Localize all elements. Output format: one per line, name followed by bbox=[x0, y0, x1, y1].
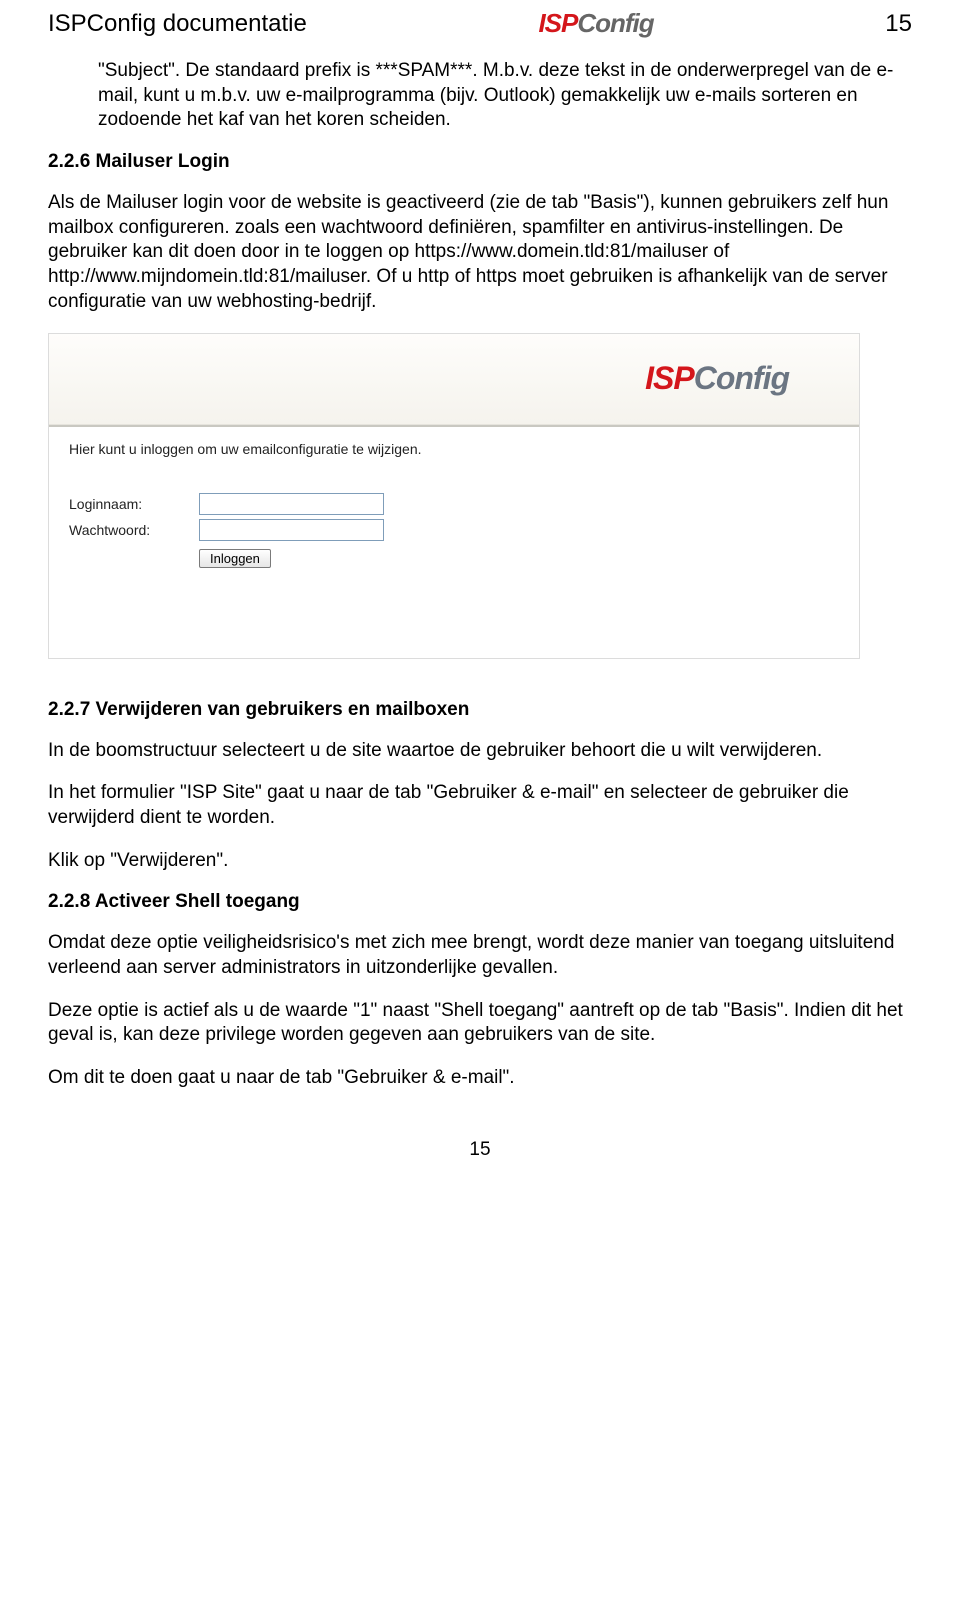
intro-paragraph: "Subject". De standaard prefix is ***SPA… bbox=[98, 59, 912, 133]
section-227-p3: Klik op "Verwijderen". bbox=[48, 849, 912, 874]
screenshot-logo: ISPConfig bbox=[645, 360, 789, 397]
screenshot-intro-text: Hier kunt u inloggen om uw emailconfigur… bbox=[69, 441, 839, 457]
login-name-label: Loginnaam: bbox=[69, 496, 199, 512]
page-number-bottom: 15 bbox=[48, 1139, 912, 1161]
password-label: Wachtwoord: bbox=[69, 522, 199, 538]
section-226-heading: 2.2.6 Mailuser Login bbox=[48, 151, 912, 173]
logo-config: Config bbox=[577, 8, 653, 38]
section-228-p3: Om dit te doen gaat u naar de tab "Gebru… bbox=[48, 1066, 912, 1091]
section-226-paragraph: Als de Mailuser login voor de website is… bbox=[48, 191, 912, 314]
header-logo: ISPConfig bbox=[538, 8, 653, 39]
screenshot-header: ISPConfig bbox=[49, 334, 859, 425]
section-228-heading: 2.2.8 Activeer Shell toegang bbox=[48, 891, 912, 913]
login-screenshot: ISPConfig Hier kunt u inloggen om uw ema… bbox=[48, 333, 860, 659]
section-228-p1: Omdat deze optie veiligheidsrisico's met… bbox=[48, 931, 912, 980]
section-227-p1: In de boomstructuur selecteert u de site… bbox=[48, 739, 912, 764]
logo-isp: ISP bbox=[538, 8, 577, 38]
section-227-heading: 2.2.7 Verwijderen van gebruikers en mail… bbox=[48, 699, 912, 721]
password-input[interactable] bbox=[199, 519, 384, 541]
doc-title: ISPConfig documentatie bbox=[48, 10, 307, 38]
page-number-top: 15 bbox=[885, 10, 912, 38]
section-228-p2: Deze optie is actief als u de waarde "1"… bbox=[48, 999, 912, 1048]
section-227-p2: In het formulier "ISP Site" gaat u naar … bbox=[48, 781, 912, 830]
login-button[interactable]: Inloggen bbox=[199, 549, 271, 568]
login-name-input[interactable] bbox=[199, 493, 384, 515]
page-header: ISPConfig documentatie ISPConfig 15 bbox=[48, 8, 912, 39]
